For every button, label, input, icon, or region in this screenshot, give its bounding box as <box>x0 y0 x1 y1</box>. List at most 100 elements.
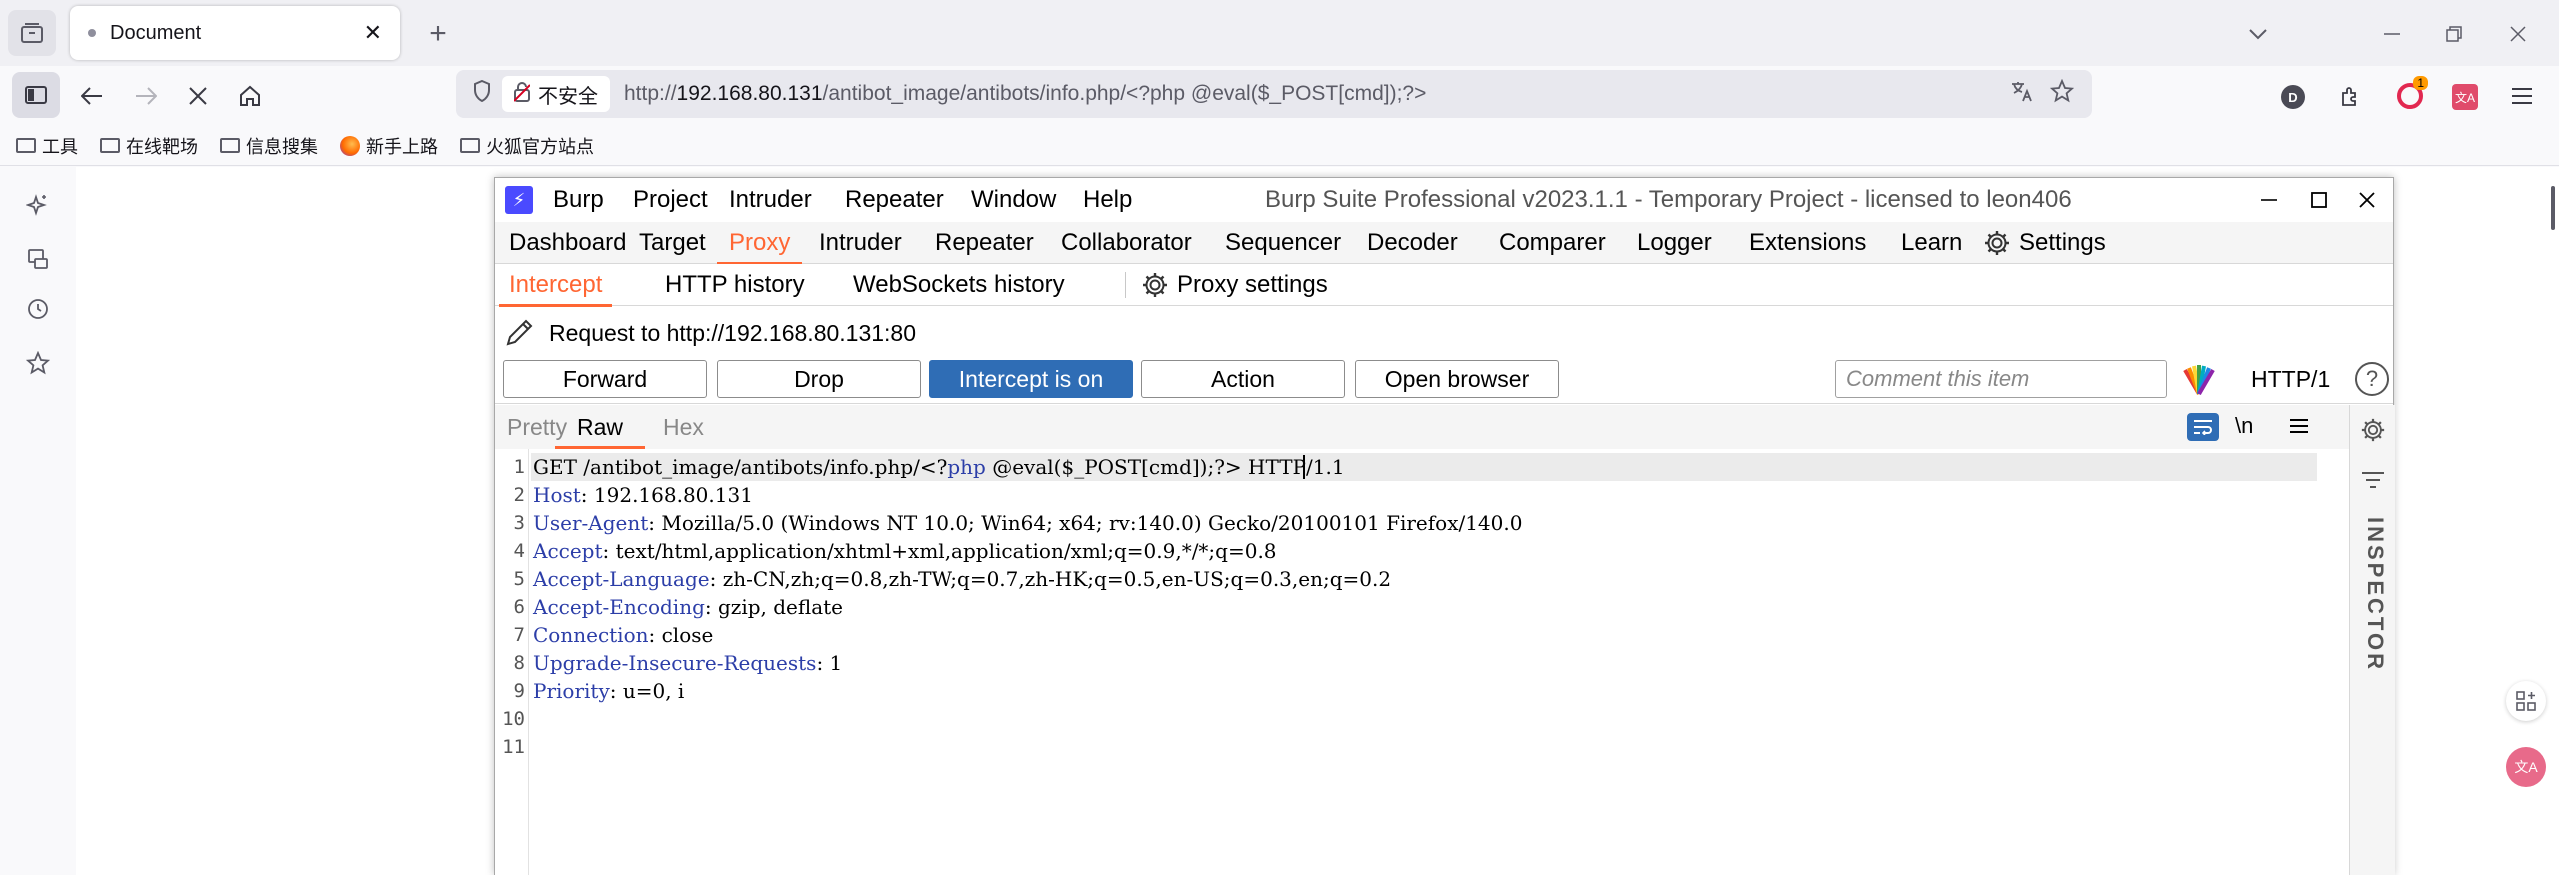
bookmark-label: 工具 <box>42 136 78 157</box>
tab-sequencer[interactable]: Sequencer <box>1225 222 1341 264</box>
tab-intruder[interactable]: Intruder <box>819 222 902 264</box>
editor-tab-hex[interactable]: Hex <box>663 405 704 449</box>
header-value: : 1 <box>816 651 843 675</box>
word-wrap-icon[interactable] <box>2187 413 2219 441</box>
list-all-tabs-icon[interactable] <box>2236 14 2280 54</box>
sidebar-toggle-icon[interactable] <box>12 72 60 118</box>
http-version: HTTP/1.1 <box>1241 455 1345 479</box>
extensions-puzzle-icon[interactable] <box>2332 78 2370 116</box>
floating-translate-icon[interactable]: 文A <box>2506 747 2546 787</box>
open-browser-button[interactable]: Open browser <box>1355 360 1559 398</box>
drop-button[interactable]: Drop <box>717 360 921 398</box>
burp-close-icon[interactable] <box>2347 182 2387 218</box>
menu-project[interactable]: Project <box>633 186 708 214</box>
extension-translate-icon[interactable]: 文A <box>2448 80 2482 114</box>
menu-intruder[interactable]: Intruder <box>729 186 812 214</box>
show-newlines-toggle[interactable]: \n <box>2235 413 2253 439</box>
tab-target[interactable]: Target <box>639 222 706 264</box>
http-method: GET <box>533 455 577 479</box>
page-scrollbar[interactable] <box>2551 186 2555 230</box>
tab-dashboard[interactable]: Dashboard <box>509 222 626 264</box>
comment-input[interactable]: Comment this item <box>1835 360 2167 398</box>
extension-ublock-icon[interactable]: 1 <box>2388 76 2432 116</box>
stop-loading-icon[interactable] <box>176 74 220 118</box>
menu-repeater[interactable]: Repeater <box>845 186 944 214</box>
synced-tabs-icon[interactable] <box>20 241 56 277</box>
browser-tab-document[interactable]: Document ✕ <box>70 6 400 60</box>
window-close-icon[interactable] <box>2496 14 2540 54</box>
bookmark-item[interactable]: 在线靶场 <box>100 133 198 159</box>
tab-repeater[interactable]: Repeater <box>935 222 1034 264</box>
line-number: 10 <box>502 708 525 730</box>
menu-help[interactable]: Help <box>1083 186 1132 214</box>
tab-comparer[interactable]: Comparer <box>1499 222 1606 264</box>
tab-logger[interactable]: Logger <box>1637 222 1712 264</box>
tab-decoder[interactable]: Decoder <box>1367 222 1458 264</box>
inspector-tab-label[interactable]: INSPECTOR <box>2360 517 2388 672</box>
tab-close-icon[interactable]: ✕ <box>364 20 382 46</box>
bookmark-item[interactable]: 工具 <box>16 133 78 159</box>
hamburger-menu-icon[interactable] <box>2500 76 2544 116</box>
burp-maximize-icon[interactable] <box>2299 182 2339 218</box>
extension-d-icon[interactable]: D <box>2276 80 2310 114</box>
burp-minimize-icon[interactable] <box>2249 182 2289 218</box>
bookmark-item[interactable]: 新手上路 <box>340 133 438 159</box>
ai-sparkle-icon[interactable] <box>20 187 56 223</box>
url-text[interactable]: http://192.168.80.131/antibot_image/anti… <box>624 82 2002 106</box>
line-number: 4 <box>513 540 525 562</box>
tab-settings[interactable]: Settings <box>1983 222 2106 264</box>
forward-button[interactable]: Forward <box>503 360 707 398</box>
tab-proxy[interactable]: Proxy <box>716 222 803 265</box>
forward-icon[interactable] <box>124 74 168 118</box>
proxy-settings-gear-icon <box>1143 273 1167 297</box>
line-number: 6 <box>513 596 525 618</box>
bookmark-item[interactable]: 信息搜集 <box>220 133 318 159</box>
history-clock-icon[interactable] <box>20 291 56 327</box>
burp-logo-icon: ⚡ <box>505 186 533 214</box>
translate-page-icon[interactable] <box>2002 80 2042 108</box>
editor-tab-pretty[interactable]: Pretty <box>507 405 567 449</box>
line-number: 7 <box>513 624 525 646</box>
header-name: Connection <box>533 623 649 647</box>
header-line: User-Agent: Mozilla/5.0 (Windows NT 10.0… <box>533 509 1522 537</box>
help-icon[interactable]: ? <box>2355 362 2389 396</box>
header-name: Accept-Language <box>533 567 710 591</box>
action-button[interactable]: Action <box>1141 360 1345 398</box>
editor-menu-icon[interactable] <box>2289 411 2309 442</box>
proxy-settings-button[interactable]: Proxy settings <box>1141 264 1328 306</box>
connection-insecure-badge[interactable]: 不安全 <box>502 76 610 112</box>
bookmark-star-icon[interactable] <box>2042 78 2082 110</box>
window-minimize-icon[interactable] <box>2370 14 2414 54</box>
bookmarks-star-icon[interactable] <box>20 345 56 381</box>
tracking-protection-shield-icon[interactable] <box>462 79 502 108</box>
header-name: Host <box>533 483 581 507</box>
new-tab-button[interactable]: + <box>418 14 458 54</box>
tab-collaborator[interactable]: Collaborator <box>1061 222 1192 264</box>
subtab-websockets-history[interactable]: WebSockets history <box>853 264 1065 306</box>
tab-extensions[interactable]: Extensions <box>1749 222 1866 264</box>
url-bar[interactable]: 不安全 http://192.168.80.131/antibot_image/… <box>456 70 2092 118</box>
window-restore-icon[interactable] <box>2432 14 2476 54</box>
header-value: : zh-CN,zh;q=0.8,zh-TW;q=0.7,zh-HK;q=0.5… <box>709 567 1392 591</box>
intercept-toggle-button[interactable]: Intercept is on <box>929 360 1133 398</box>
highlight-color-icon[interactable] <box>2179 362 2219 398</box>
tab-learn[interactable]: Learn <box>1901 222 1962 264</box>
home-icon[interactable] <box>228 74 272 118</box>
http-version-selector[interactable]: HTTP/1 <box>2251 366 2330 393</box>
insecure-label: 不安全 <box>538 85 598 108</box>
menu-window[interactable]: Window <box>971 186 1056 214</box>
editor-tab-raw[interactable]: Raw <box>554 405 646 449</box>
header-line: Upgrade-Insecure-Requests: 1 <box>533 649 842 677</box>
back-icon[interactable] <box>70 74 114 118</box>
firefox-view-icon[interactable] <box>8 10 56 56</box>
line-number: 11 <box>502 736 525 758</box>
inspector-settings-gear-icon[interactable] <box>2358 415 2388 445</box>
menu-burp[interactable]: Burp <box>553 186 604 214</box>
apps-grid-icon[interactable] <box>2506 681 2546 721</box>
request-editor[interactable]: 1 2 3 4 5 6 7 8 9 10 11 GET /antibot_ima… <box>495 449 2349 875</box>
bookmark-item[interactable]: 火狐官方站点 <box>460 133 594 159</box>
bookmark-label: 火狐官方站点 <box>486 136 594 157</box>
inspector-filter-icon[interactable] <box>2358 465 2388 495</box>
subtab-http-history[interactable]: HTTP history <box>665 264 805 306</box>
subtab-intercept[interactable]: Intercept <box>498 264 613 307</box>
